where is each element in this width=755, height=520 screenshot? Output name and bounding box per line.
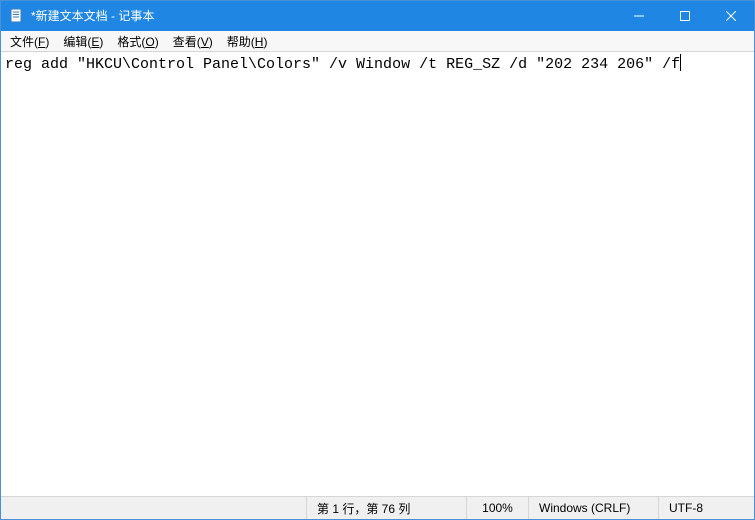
text-caret [680,54,681,71]
menu-help-hotkey: H [255,35,264,49]
menu-view-hotkey: V [201,35,209,49]
status-line-ending: Windows (CRLF) [528,497,658,519]
menu-edit-hotkey: E [91,35,99,49]
menu-edit-label: 编辑 [63,35,87,49]
menu-view-label: 查看 [173,35,197,49]
status-encoding: UTF-8 [658,497,754,519]
close-button[interactable] [708,1,754,31]
statusbar-spacer [1,497,306,519]
menubar: 文件(F) 编辑(E) 格式(O) 查看(V) 帮助(H) [1,31,754,52]
editor-content-wrapper: reg add "HKCU\Control Panel\Colors" /v W… [1,52,754,77]
editor-content: reg add "HKCU\Control Panel\Colors" /v W… [5,56,680,73]
menu-view[interactable]: 查看(V) [166,31,220,52]
maximize-button[interactable] [662,1,708,31]
text-editor[interactable]: reg add "HKCU\Control Panel\Colors" /v W… [1,52,754,496]
notepad-window: *新建文本文档 - 记事本 文件(F) 编辑(E) 格式(O) 查看(V) 帮助… [0,0,755,520]
minimize-button[interactable] [616,1,662,31]
statusbar: 第 1 行，第 76 列 100% Windows (CRLF) UTF-8 [1,496,754,519]
status-zoom: 100% [466,497,528,519]
menu-format-label: 格式 [117,35,141,49]
menu-format[interactable]: 格式(O) [110,31,165,52]
menu-file-hotkey: F [38,35,45,49]
menu-format-hotkey: O [145,35,154,49]
menu-help-label: 帮助 [227,35,251,49]
menu-edit[interactable]: 编辑(E) [56,31,110,52]
titlebar[interactable]: *新建文本文档 - 记事本 [1,1,754,31]
menu-file-label: 文件 [10,35,34,49]
status-position: 第 1 行，第 76 列 [306,497,466,519]
menu-help[interactable]: 帮助(H) [220,31,275,52]
app-icon [9,8,25,24]
menu-file[interactable]: 文件(F) [3,31,56,52]
window-title: *新建文本文档 - 记事本 [31,1,154,31]
